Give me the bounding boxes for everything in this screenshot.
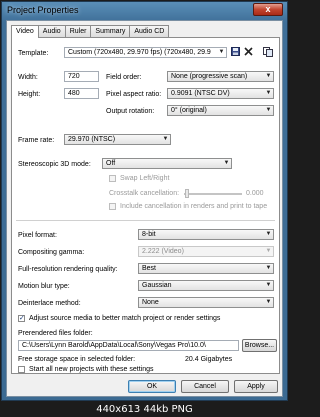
deinterlace-value: None bbox=[142, 299, 159, 306]
prerendered-path-field[interactable]: C:\Users\Lynn Barold\AppData\Local\Sony\… bbox=[18, 340, 239, 351]
save-icon[interactable] bbox=[230, 47, 240, 57]
frame-rate-label: Frame rate: bbox=[18, 137, 55, 144]
free-space-label: Free storage space in selected folder: bbox=[18, 356, 136, 363]
include-cancellation-checkbox[interactable] bbox=[109, 203, 116, 210]
template-select[interactable]: Custom (720x480, 29.970 fps) (720x480, 2… bbox=[64, 47, 227, 58]
pixel-aspect-select[interactable]: 0.9091 (NTSC DV) ▼ bbox=[167, 88, 274, 99]
field-order-value: None (progressive scan) bbox=[171, 73, 248, 80]
chevron-down-icon: ▼ bbox=[265, 265, 272, 271]
ok-button[interactable]: OK bbox=[128, 380, 176, 393]
stereo-value: Off bbox=[106, 160, 116, 167]
close-button[interactable]: x bbox=[253, 3, 283, 16]
motion-blur-select[interactable]: Gaussian ▼ bbox=[138, 280, 274, 291]
tab-ruler[interactable]: Ruler bbox=[64, 25, 92, 37]
crosstalk-slider-track[interactable] bbox=[184, 193, 242, 195]
output-rotation-select[interactable]: 0° (original) ▼ bbox=[167, 105, 274, 116]
height-field[interactable]: 480 bbox=[64, 88, 99, 99]
apply-button[interactable]: Apply bbox=[234, 380, 278, 393]
compositing-gamma-value: 2.222 (Video) bbox=[142, 248, 184, 255]
compositing-gamma-label: Compositing gamma: bbox=[18, 249, 85, 256]
close-icon: x bbox=[265, 4, 271, 14]
full-res-quality-label: Full-resolution rendering quality: bbox=[18, 266, 118, 273]
adjust-source-label: Adjust source media to better match proj… bbox=[29, 315, 221, 322]
pixel-aspect-value: 0.9091 (NTSC DV) bbox=[171, 90, 230, 97]
chevron-down-icon: ▼ bbox=[265, 73, 272, 79]
browse-button[interactable]: Browse... bbox=[242, 339, 277, 352]
tab-strip: Video Audio Ruler Summary Audio CD bbox=[11, 25, 170, 38]
tab-video[interactable]: Video bbox=[11, 25, 39, 38]
full-res-quality-value: Best bbox=[142, 265, 157, 272]
dialog-body: Video Audio Ruler Summary Audio CD Templ… bbox=[6, 20, 283, 397]
pixel-format-select[interactable]: 8-bit ▼ bbox=[138, 229, 274, 240]
height-label: Height: bbox=[18, 91, 41, 98]
cancel-button[interactable]: Cancel bbox=[181, 380, 229, 393]
start-all-label: Start all new projects with these settin… bbox=[29, 366, 154, 373]
tab-audio-cd[interactable]: Audio CD bbox=[129, 25, 170, 37]
image-caption: 440x613 44kb PNG bbox=[96, 404, 193, 415]
chevron-down-icon: ▼ bbox=[265, 299, 272, 305]
tab-summary[interactable]: Summary bbox=[90, 25, 131, 37]
divider bbox=[16, 220, 275, 221]
pixel-aspect-label: Pixel aspect ratio: bbox=[106, 91, 162, 98]
tab-audio[interactable]: Audio bbox=[37, 25, 66, 37]
deinterlace-label: Deinterlace method: bbox=[18, 300, 81, 307]
motion-blur-value: Gaussian bbox=[142, 282, 172, 289]
output-rotation-value: 0° (original) bbox=[171, 107, 207, 114]
chevron-down-icon: ▼ bbox=[162, 136, 169, 142]
frame-rate-value: 29.970 (NTSC) bbox=[68, 136, 116, 143]
window-title: Project Properties bbox=[7, 5, 79, 15]
video-panel: Template: Custom (720x480, 29.970 fps) (… bbox=[11, 37, 280, 374]
crosstalk-slider-thumb[interactable] bbox=[185, 189, 189, 198]
chevron-down-icon: ▼ bbox=[265, 107, 272, 113]
field-order-label: Field order: bbox=[106, 74, 142, 81]
width-field[interactable]: 720 bbox=[64, 71, 99, 82]
delete-icon[interactable] bbox=[243, 47, 253, 57]
swap-label: Swap Left/Right bbox=[120, 175, 170, 182]
template-value: Custom (720x480, 29.970 fps) (720x480, 2… bbox=[68, 49, 211, 56]
project-properties-window: Project Properties x Video Audio Ruler S… bbox=[1, 1, 288, 401]
swap-checkbox[interactable] bbox=[109, 175, 116, 182]
copy-icon[interactable] bbox=[263, 47, 273, 57]
crosstalk-label: Crosstalk cancellation: bbox=[109, 190, 180, 197]
stereo-select[interactable]: Off ▼ bbox=[102, 158, 232, 169]
full-res-quality-select[interactable]: Best ▼ bbox=[138, 263, 274, 274]
width-label: Width: bbox=[18, 74, 38, 81]
chevron-down-icon: ▼ bbox=[265, 282, 272, 288]
free-space-value: 20.4 Gigabytes bbox=[185, 356, 233, 363]
frame-rate-select[interactable]: 29.970 (NTSC) ▼ bbox=[64, 134, 171, 145]
chevron-down-icon: ▼ bbox=[223, 160, 230, 166]
checkmark-icon: ✓ bbox=[19, 315, 25, 322]
chevron-down-icon: ▼ bbox=[265, 90, 272, 96]
adjust-source-checkbox[interactable]: ✓ bbox=[18, 315, 25, 322]
compositing-gamma-select[interactable]: 2.222 (Video) ▼ bbox=[138, 246, 274, 257]
chevron-down-icon: ▼ bbox=[218, 49, 225, 55]
title-bar[interactable]: Project Properties x bbox=[2, 2, 287, 20]
deinterlace-select[interactable]: None ▼ bbox=[138, 297, 274, 308]
stereo-label: Stereoscopic 3D mode: bbox=[18, 161, 91, 168]
include-cancellation-label: Include cancellation in renders and prin… bbox=[120, 203, 268, 210]
motion-blur-label: Motion blur type: bbox=[18, 283, 70, 290]
chevron-down-icon: ▼ bbox=[265, 231, 272, 237]
pixel-format-value: 8-bit bbox=[142, 231, 156, 238]
start-all-checkbox[interactable] bbox=[18, 366, 25, 373]
pixel-format-label: Pixel format: bbox=[18, 232, 57, 239]
crosstalk-value: 0.000 bbox=[246, 190, 264, 197]
chevron-down-icon: ▼ bbox=[265, 248, 272, 254]
prerendered-label: Prerendered files folder: bbox=[18, 330, 93, 337]
field-order-select[interactable]: None (progressive scan) ▼ bbox=[167, 71, 274, 82]
template-label: Template: bbox=[18, 50, 49, 57]
output-rotation-label: Output rotation: bbox=[106, 108, 155, 115]
